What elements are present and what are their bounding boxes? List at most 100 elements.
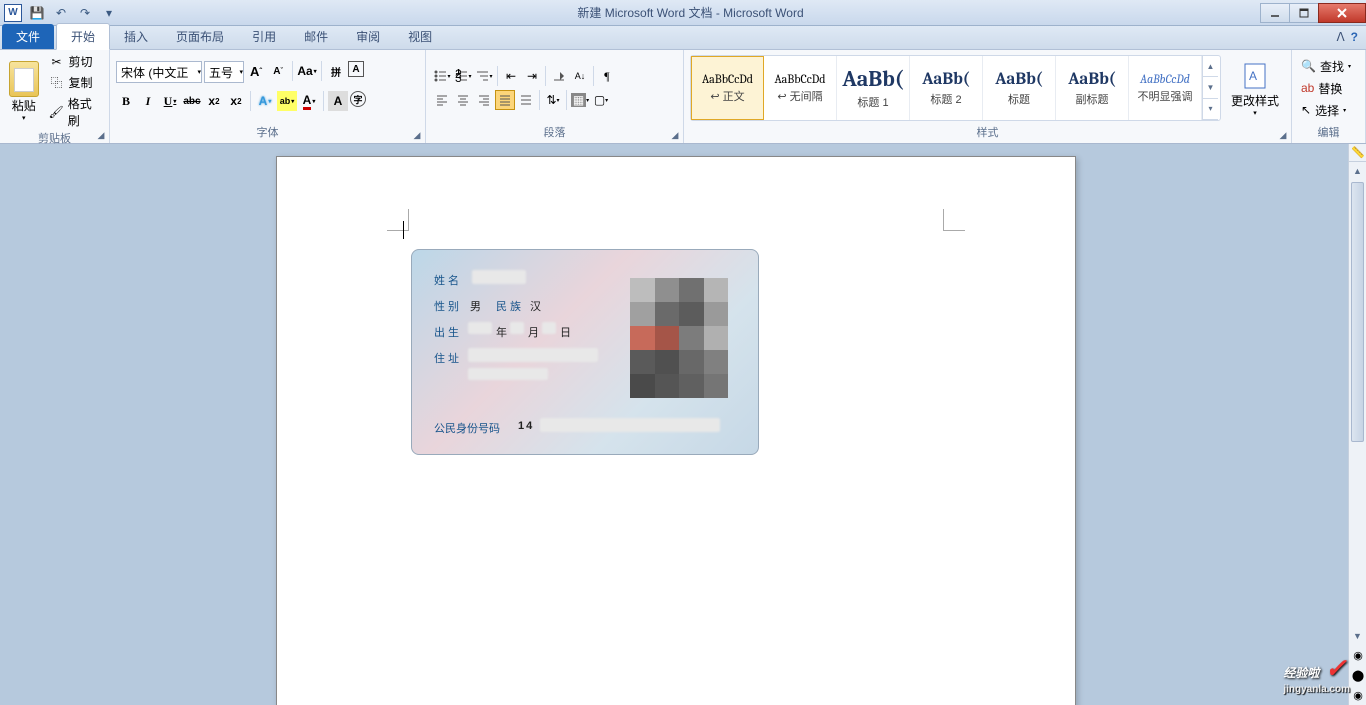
paste-button[interactable]: 粘贴 ▾ <box>6 59 42 124</box>
numbering-button[interactable]: 123▾ <box>453 66 473 86</box>
group-label-paragraph: 段落 <box>432 124 677 141</box>
ruler-toggle[interactable]: 📏 <box>1349 144 1366 162</box>
close-button[interactable] <box>1318 3 1366 23</box>
pinyin-guide-button[interactable]: 拼 <box>326 61 346 81</box>
word-icon: W <box>4 4 22 22</box>
tab-insert[interactable]: 插入 <box>110 24 162 49</box>
document-page[interactable]: 姓 名 性 别 男 民 族 汉 出 生 年 月 日 住 址 公民身份号码 14 <box>276 156 1076 705</box>
sort-button[interactable]: A↓ <box>570 66 590 86</box>
window-title: 新建 Microsoft Word 文档 - Microsoft Word <box>120 4 1261 21</box>
ltr-button[interactable] <box>549 66 569 86</box>
select-button[interactable]: ↖选择▾ <box>1298 101 1354 120</box>
underline-button[interactable]: U▾ <box>160 91 180 111</box>
margin-mark <box>387 209 409 231</box>
id-gender-value: 男 <box>470 298 481 314</box>
paragraph-launcher[interactable]: ◢ <box>669 129 681 141</box>
clipboard-launcher[interactable]: ◢ <box>95 129 107 141</box>
id-gender-label: 性 别 <box>434 298 459 314</box>
redacted-id-number <box>540 418 720 432</box>
style-no-spacing[interactable]: AaBbCcDd↩ 无间隔 <box>764 56 837 120</box>
tab-references[interactable]: 引用 <box>238 24 290 49</box>
minimize-button[interactable] <box>1260 3 1290 23</box>
line-spacing-button[interactable]: ⇅▾ <box>543 90 563 110</box>
styles-gallery[interactable]: AaBbCcDd↩ 正文 AaBbCcDd↩ 无间隔 AaBb(标题 1 AaB… <box>690 55 1221 121</box>
style-heading2[interactable]: AaBb(标题 2 <box>910 56 983 120</box>
minimize-ribbon-button[interactable]: ᐱ <box>1336 30 1344 44</box>
scroll-down[interactable]: ▼ <box>1349 627 1366 645</box>
format-painter-button[interactable]: 🖌格式刷 <box>46 94 103 130</box>
id-card-image[interactable]: 姓 名 性 别 男 民 族 汉 出 生 年 月 日 住 址 公民身份号码 14 <box>411 249 759 455</box>
styles-launcher[interactable]: ◢ <box>1277 129 1289 141</box>
tab-home[interactable]: 开始 <box>56 23 110 50</box>
style-subtle-emphasis[interactable]: AaBbCcDd不明显强调 <box>1129 56 1202 120</box>
style-subtitle[interactable]: AaBb(副标题 <box>1056 56 1129 120</box>
redacted-name <box>472 270 526 284</box>
qat-customize[interactable]: ▾ <box>98 2 120 24</box>
enclose-char-button[interactable]: 字 <box>350 91 366 107</box>
font-name-dropdown[interactable]: 宋体 (中文正▾ <box>116 61 202 83</box>
grow-font-button[interactable]: Aˆ <box>246 61 266 81</box>
char-shading-button[interactable]: A <box>328 91 348 111</box>
cut-button[interactable]: ✂剪切 <box>46 52 103 71</box>
superscript-button[interactable]: x2 <box>226 91 246 111</box>
change-styles-icon: A <box>1241 60 1269 92</box>
show-marks-button[interactable]: ¶ <box>597 66 617 86</box>
align-left-button[interactable] <box>432 90 452 110</box>
next-page-button[interactable]: ◉ <box>1349 685 1366 705</box>
file-tab[interactable]: 文件 <box>2 24 54 49</box>
borders-button[interactable]: ▢▾ <box>591 90 611 110</box>
brush-icon: 🖌 <box>49 104 64 120</box>
tab-page-layout[interactable]: 页面布局 <box>162 24 238 49</box>
bullets-button[interactable]: ▾ <box>432 66 452 86</box>
change-case-button[interactable]: Aa▾ <box>297 61 317 81</box>
shading-button[interactable]: ▦▾ <box>570 90 590 110</box>
find-button[interactable]: 🔍查找▾ <box>1298 57 1354 76</box>
browse-object-button[interactable]: ⬤ <box>1349 665 1366 685</box>
paste-icon <box>9 61 39 97</box>
scroll-thumb[interactable] <box>1351 182 1364 442</box>
style-heading1[interactable]: AaBb(标题 1 <box>837 56 910 120</box>
multilevel-button[interactable]: ▾ <box>474 66 494 86</box>
prev-page-button[interactable]: ◉ <box>1349 645 1366 665</box>
tab-mailings[interactable]: 邮件 <box>290 24 342 49</box>
help-button[interactable]: ? <box>1351 30 1358 44</box>
replace-button[interactable]: ab替换 <box>1298 79 1354 98</box>
vertical-scrollbar[interactable]: 📏 ▲ ▼ ◉ ⬤ ◉ <box>1348 144 1366 705</box>
change-styles-button[interactable]: A 更改样式 ▾ <box>1225 58 1285 119</box>
gallery-more[interactable]: ▾ <box>1203 99 1218 120</box>
font-size-dropdown[interactable]: 五号▾ <box>204 61 244 83</box>
tab-review[interactable]: 审阅 <box>342 24 394 49</box>
italic-button[interactable]: I <box>138 91 158 111</box>
redacted-address <box>468 348 598 362</box>
increase-indent-button[interactable]: ⇥ <box>522 66 542 86</box>
check-icon: ✓ <box>1325 653 1347 683</box>
bold-button[interactable]: B <box>116 91 136 111</box>
style-title[interactable]: AaBb(标题 <box>983 56 1056 120</box>
align-center-button[interactable] <box>453 90 473 110</box>
undo-button[interactable]: ↶ <box>50 2 72 24</box>
style-normal[interactable]: AaBbCcDd↩ 正文 <box>691 56 764 120</box>
gallery-up[interactable]: ▲ <box>1203 56 1218 77</box>
save-button[interactable]: 💾 <box>26 2 48 24</box>
text-effects-button[interactable]: A▾ <box>255 91 275 111</box>
replace-icon: ab <box>1301 81 1314 95</box>
gallery-down[interactable]: ▼ <box>1203 77 1218 98</box>
highlight-button[interactable]: ab▾ <box>277 91 297 111</box>
tab-view[interactable]: 视图 <box>394 24 446 49</box>
copy-icon: ⿻ <box>49 75 65 91</box>
decrease-indent-button[interactable]: ⇤ <box>501 66 521 86</box>
redo-button[interactable]: ↷ <box>74 2 96 24</box>
scroll-up[interactable]: ▲ <box>1349 162 1366 180</box>
shrink-font-button[interactable]: Aˇ <box>268 61 288 81</box>
strike-button[interactable]: abc <box>182 91 202 111</box>
align-distributed-button[interactable] <box>516 90 536 110</box>
svg-text:A: A <box>1249 69 1257 83</box>
font-launcher[interactable]: ◢ <box>411 129 423 141</box>
char-border-button[interactable]: A <box>348 61 364 77</box>
align-right-button[interactable] <box>474 90 494 110</box>
copy-button[interactable]: ⿻复制 <box>46 73 103 92</box>
align-justify-button[interactable] <box>495 90 515 110</box>
font-color-button[interactable]: A▾ <box>299 91 319 111</box>
subscript-button[interactable]: x2 <box>204 91 224 111</box>
maximize-button[interactable] <box>1289 3 1319 23</box>
